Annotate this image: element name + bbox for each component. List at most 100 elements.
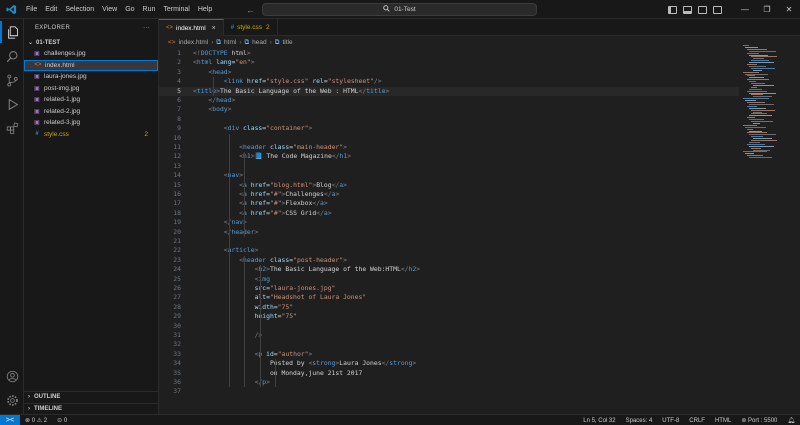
breadcrumb-file[interactable]: index.html <box>179 39 209 46</box>
code-line[interactable]: 10 <box>159 134 739 143</box>
code-line[interactable]: 34 Posted by <strong>Laura Jones</strong… <box>159 359 739 368</box>
menu-file[interactable]: File <box>22 0 41 19</box>
search-view-icon[interactable] <box>0 45 24 67</box>
command-center-search[interactable]: 01-Test <box>262 3 537 16</box>
navigation-arrows: ← <box>246 0 255 19</box>
ports-status[interactable]: ⊙ 0 <box>52 417 72 424</box>
code-line[interactable]: 35 on Monday,june 21st 2017 <box>159 369 739 378</box>
more-actions-icon[interactable]: ··· <box>143 25 150 31</box>
menu-edit[interactable]: Edit <box>41 0 61 19</box>
code-line[interactable]: 27 alt="Headshot of Laura Jones" <box>159 293 739 302</box>
notifications-bell-icon[interactable]: 🔔︎ <box>782 417 800 424</box>
toggle-secondary-sidebar-icon[interactable] <box>698 5 707 14</box>
code-line[interactable]: 22 <article> <box>159 246 739 255</box>
code-line[interactable]: 3 <head> <box>159 68 739 77</box>
menu-terminal[interactable]: Terminal <box>159 0 193 19</box>
file-item[interactable]: ▣ related-1.jpg <box>24 94 158 106</box>
cursor-position[interactable]: Ln 5, Col 32 <box>578 418 620 424</box>
code-line[interactable]: 11 <header class="main-header"> <box>159 143 739 152</box>
breadcrumb-head[interactable]: head <box>252 39 266 46</box>
menu-view[interactable]: View <box>98 0 121 19</box>
code-line[interactable]: 15 <a href="blog.html">Blog</a> <box>159 181 739 190</box>
code-line[interactable]: 1 <!DOCTYPE html> <box>159 49 739 58</box>
ports-count: 0 <box>63 417 68 424</box>
code-line[interactable]: 33 <p id="author"> <box>159 350 739 359</box>
code-line[interactable]: 30 <box>159 322 739 331</box>
close-window-icon[interactable]: ✕ <box>778 0 800 19</box>
breadcrumb-title[interactable]: title <box>282 39 292 46</box>
minimap[interactable] <box>741 37 793 159</box>
extensions-icon[interactable] <box>0 117 24 139</box>
end-of-line[interactable]: CRLF <box>684 418 710 424</box>
code-line[interactable]: 14 <nav> <box>159 171 739 180</box>
restore-icon[interactable]: ❐ <box>756 0 778 19</box>
explorer-icon[interactable] <box>0 21 24 43</box>
file-name: post-img.jpg <box>44 84 80 92</box>
code-line[interactable]: 36 </p> <box>159 378 739 387</box>
code-line[interactable]: 9 <div class="container"> <box>159 124 739 133</box>
file-item[interactable]: ▣ post-img.jpg <box>24 83 158 95</box>
file-item[interactable]: ▣ related-2.jpg <box>24 106 158 118</box>
minimize-icon[interactable]: — <box>734 0 756 19</box>
outline-section[interactable]: › OUTLINE <box>24 391 159 402</box>
folder-root[interactable]: ⌄ 01-TEST <box>24 37 158 48</box>
code-line[interactable]: 7 <body> <box>159 105 739 114</box>
code-line[interactable]: 23 <header class="post-header"> <box>159 256 739 265</box>
image-icon: ▣ <box>34 120 40 127</box>
problems-status[interactable]: ⊗ 0 ⚠ 2 <box>20 417 52 424</box>
breadcrumb-html[interactable]: html <box>224 39 236 46</box>
encoding[interactable]: UTF-8 <box>657 418 684 424</box>
editor-scrollbar[interactable] <box>795 37 800 414</box>
minimap-line <box>747 105 757 107</box>
remote-indicator-icon[interactable]: >< <box>0 414 20 425</box>
file-item[interactable]: ▣ related-3.jpg <box>24 117 158 129</box>
code-line[interactable]: 28 width="75" <box>159 303 739 312</box>
menu-selection[interactable]: Selection <box>61 0 98 19</box>
menu-go[interactable]: Go <box>121 0 138 19</box>
code-line[interactable]: 37 <box>159 387 739 396</box>
toggle-panel-icon[interactable] <box>683 5 692 14</box>
code-line[interactable]: 12 <h1>📘 The Code Magazine</h1> <box>159 152 739 161</box>
toggle-primary-sidebar-icon[interactable] <box>668 5 677 14</box>
code-line[interactable]: 2 <html lang="en"> <box>159 58 739 67</box>
code-line[interactable]: 21 <box>159 237 739 246</box>
code-editor[interactable]: 1 <!DOCTYPE html> 2 <html lang="en"> 3 <head… <box>159 48 739 414</box>
customize-layout-icon[interactable] <box>713 5 722 14</box>
code-line[interactable]: 13 <box>159 162 739 171</box>
file-item[interactable]: ▣ laura-jones.jpg <box>24 71 158 83</box>
code-line[interactable]: 25 <img <box>159 275 739 284</box>
tab-label: index.html <box>176 24 206 32</box>
tab-style-css[interactable]: # style.css 2 <box>224 19 278 36</box>
file-item[interactable]: # style.css 2 <box>24 129 158 141</box>
back-arrow-icon[interactable]: ← <box>246 5 255 15</box>
close-tab-icon[interactable]: × <box>212 25 216 32</box>
code-line[interactable]: 20 </header> <box>159 228 739 237</box>
accounts-icon[interactable] <box>0 365 24 387</box>
run-debug-icon[interactable] <box>0 93 24 115</box>
code-line[interactable]: 17 <a href="#">Flexbox</a> <box>159 199 739 208</box>
live-server-port[interactable]: ⊚ Port : 5500 <box>736 417 782 424</box>
code-line[interactable]: 16 <a href="#">Challenges</a> <box>159 190 739 199</box>
timeline-section[interactable]: › TIMELINE <box>24 403 159 414</box>
code-line[interactable]: 32 <box>159 340 739 349</box>
code-line[interactable]: 4 <link href="style.css" rel="stylesheet… <box>159 77 739 86</box>
indentation[interactable]: Spaces: 4 <box>621 418 658 424</box>
file-item[interactable]: <> index.html <box>24 59 158 71</box>
code-line[interactable]: 31 /> <box>159 331 739 340</box>
code-line[interactable]: 19 </nav> <box>159 218 739 227</box>
menu-run[interactable]: Run <box>139 0 160 19</box>
language-mode[interactable]: HTML <box>710 418 736 424</box>
code-line[interactable]: 24 <h2>The Basic Language of the Web:HTM… <box>159 265 739 274</box>
code-line[interactable]: 5 <title>The Basic Language of the Web : … <box>159 86 739 96</box>
line-number: 26 <box>173 284 181 292</box>
code-line[interactable]: 8 <box>159 115 739 124</box>
code-line[interactable]: 6 </head> <box>159 96 739 105</box>
tab-index-html[interactable]: <> index.html × <box>159 19 224 36</box>
file-item[interactable]: ▣ challenges.jpg <box>24 48 158 60</box>
code-line[interactable]: 18 <a href="#">CSS Grid</a> <box>159 209 739 218</box>
settings-gear-icon[interactable] <box>0 389 24 411</box>
source-control-icon[interactable] <box>0 69 24 91</box>
menu-help[interactable]: Help <box>194 0 216 19</box>
code-line[interactable]: 26 src="laura-jones.jpg" <box>159 284 739 293</box>
code-line[interactable]: 29 height="75" <box>159 312 739 321</box>
